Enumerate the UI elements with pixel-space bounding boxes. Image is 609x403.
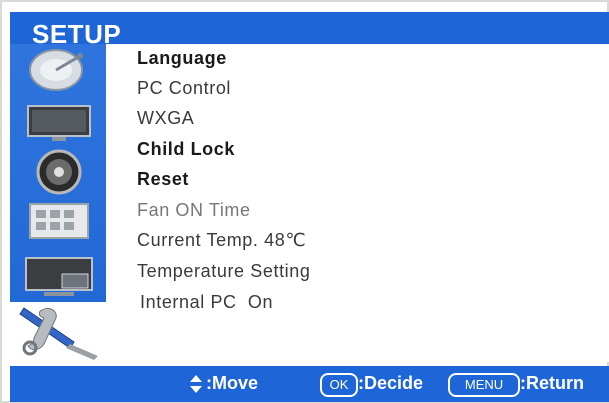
menu-item-current-temp[interactable]: Current Temp. 48℃ bbox=[137, 230, 306, 251]
menu-item-fan-on-time[interactable]: Fan ON Time bbox=[137, 200, 251, 221]
menu-item-internal-pc[interactable]: Internal PC On bbox=[140, 292, 273, 313]
decide-label: :Decide bbox=[358, 373, 424, 393]
menu-item-temperature-setting[interactable]: Temperature Setting bbox=[137, 261, 311, 282]
tools-icon[interactable] bbox=[14, 300, 102, 360]
up-down-arrow-icon bbox=[190, 375, 202, 393]
menu-item-pc-control[interactable]: PC Control bbox=[137, 78, 231, 99]
menu-key: MENU bbox=[448, 373, 520, 397]
screen-picture-icon[interactable] bbox=[18, 102, 100, 144]
satellite-dish-icon[interactable] bbox=[18, 46, 100, 98]
menu-item-wxga[interactable]: WXGA bbox=[137, 108, 194, 129]
multi-screen-icon[interactable] bbox=[18, 252, 100, 300]
ok-key: OK bbox=[320, 373, 358, 397]
menu-item-child-lock[interactable]: Child Lock bbox=[137, 139, 235, 160]
menu-item-reset[interactable]: Reset bbox=[137, 169, 189, 190]
osd-window: SETUP Language PC Control WXGA Child Loc… bbox=[0, 0, 609, 403]
title-bar: SETUP bbox=[10, 12, 609, 49]
menu-item-language[interactable]: Language bbox=[137, 48, 227, 69]
bottom-help-bar: :Move OK :Decide MENU :Return bbox=[10, 366, 609, 402]
move-label: :Move bbox=[206, 373, 259, 393]
speaker-icon[interactable] bbox=[18, 148, 100, 196]
timer-icon[interactable] bbox=[18, 200, 100, 242]
return-label: :Return bbox=[520, 373, 584, 393]
